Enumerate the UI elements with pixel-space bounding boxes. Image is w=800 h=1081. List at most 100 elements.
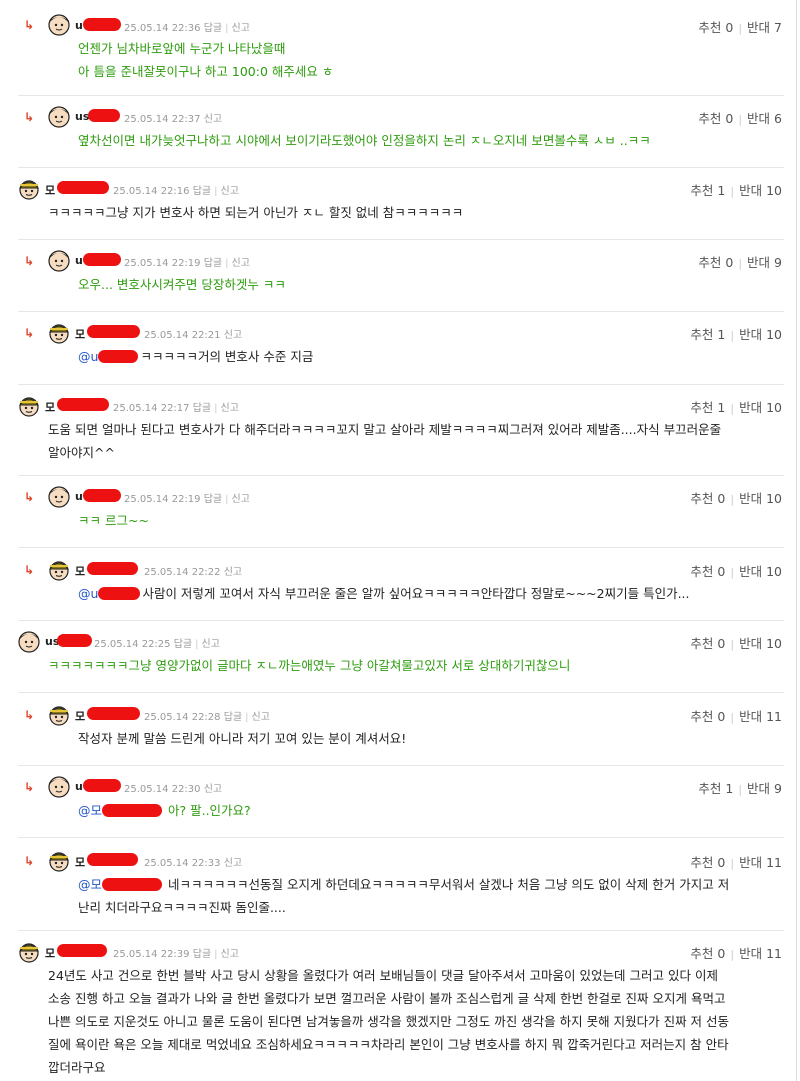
timestamp: 25.05.14 22:19 xyxy=(124,494,201,505)
downvote-button[interactable]: 반대 11 xyxy=(739,946,782,961)
report-link[interactable]: 신고 xyxy=(232,258,250,269)
mention[interactable]: @모 xyxy=(78,877,102,892)
avatar xyxy=(48,559,70,581)
report-link[interactable]: 신고 xyxy=(221,403,239,414)
upvote-button[interactable]: 추천 0 xyxy=(698,255,733,270)
redacted-name xyxy=(83,779,121,792)
comment-meta: 25.05.14 22:28 답글 | 신고 xyxy=(144,712,270,723)
report-link[interactable]: 신고 xyxy=(232,23,250,34)
comment-text: @모 네ㅋㅋㅋㅋㅋㅋ선동질 오지게 하던데요ㅋㅋㅋㅋㅋ무서워서 살겠나 처음 그… xyxy=(78,877,730,915)
upvote-button[interactable]: 추천 0 xyxy=(690,709,725,724)
reply-link[interactable]: 답글 xyxy=(193,186,211,197)
reply-link[interactable]: 답글 xyxy=(224,712,242,723)
timestamp: 25.05.14 22:16 xyxy=(113,186,190,197)
report-link[interactable]: 신고 xyxy=(252,712,270,723)
comment-meta: 25.05.14 22:36 답글 | 신고 xyxy=(124,23,250,34)
upvote-button[interactable]: 추천 0 xyxy=(690,491,725,506)
report-link[interactable]: 신고 xyxy=(224,567,242,578)
downvote-button[interactable]: 반대 11 xyxy=(739,855,782,870)
reply-link[interactable]: 답글 xyxy=(193,403,211,414)
downvote-button[interactable]: 반대 10 xyxy=(739,491,782,506)
report-link[interactable]: 신고 xyxy=(204,784,222,795)
downvote-button[interactable]: 반대 10 xyxy=(739,564,782,579)
comment-text: @모 아? 팔..인가요? xyxy=(78,803,251,818)
reply-arrow-icon: ↳ xyxy=(24,490,35,504)
author-name[interactable]: 모 xyxy=(45,182,55,198)
reply-link[interactable]: 답글 xyxy=(204,23,222,34)
timestamp: 25.05.14 22:30 xyxy=(124,784,201,795)
redacted-mention xyxy=(98,350,139,363)
downvote-button[interactable]: 반대 10 xyxy=(739,183,782,198)
upvote-button[interactable]: 추천 1 xyxy=(690,327,725,342)
redacted-name xyxy=(88,109,120,122)
upvote-button[interactable]: 추천 0 xyxy=(698,20,733,35)
upvote-button[interactable]: 추천 0 xyxy=(690,855,725,870)
mention[interactable]: @모 xyxy=(78,803,102,818)
author-name[interactable]: 모 xyxy=(75,563,85,579)
redacted-name xyxy=(83,18,121,31)
redacted-name xyxy=(57,398,109,411)
author-name[interactable]: u xyxy=(75,254,83,267)
comment-meta: 25.05.14 22:37 신고 xyxy=(124,110,222,125)
comment-text: @u 사람이 저렇게 꼬여서 자식 부끄러운 줄은 알까 싶어요ㅋㅋㅋㅋㅋ안타깝다… xyxy=(78,586,690,601)
author-name[interactable]: 모 xyxy=(75,708,85,724)
avatar xyxy=(18,941,40,963)
mention[interactable]: @u xyxy=(78,586,98,601)
comment-text: ㅋㅋㅋㅋㅋ그냥 지가 변호사 하면 되는거 아닌가 ㅈㄴ 할짓 없네 참ㅋㅋㅋㅋ… xyxy=(48,205,464,220)
redacted-name xyxy=(57,181,109,194)
comment-reply: ↳ 모 25.05.14 22:21 신고 추천 1 | 반대 10 @u ㅋㅋㅋㅋㅋ… xyxy=(0,312,796,385)
comment-text: ㅋㅋ 르그~~ xyxy=(78,513,149,528)
author-name[interactable]: 모 xyxy=(45,945,55,961)
reply-link[interactable]: 답글 xyxy=(204,258,222,269)
reply-arrow-icon: ↳ xyxy=(24,854,35,868)
comment-meta: 25.05.14 22:22 신고 xyxy=(144,563,242,578)
reply-link[interactable]: 답글 xyxy=(204,494,222,505)
upvote-button[interactable]: 추천 1 xyxy=(690,183,725,198)
author-name[interactable]: u xyxy=(75,19,83,32)
report-link[interactable]: 신고 xyxy=(221,186,239,197)
downvote-button[interactable]: 반대 10 xyxy=(739,400,782,415)
timestamp: 25.05.14 22:37 xyxy=(124,114,201,125)
upvote-button[interactable]: 추천 1 xyxy=(690,400,725,415)
reply-link[interactable]: 답글 xyxy=(193,949,211,960)
comment-meta: 25.05.14 22:39 답글 | 신고 xyxy=(113,949,239,960)
comment-reply: ↳ 모 25.05.14 22:22 신고 추천 0 | 반대 10 @u 사람이 저… xyxy=(0,548,796,621)
avatar xyxy=(48,486,70,508)
upvote-button[interactable]: 추천 1 xyxy=(698,781,733,796)
report-link[interactable]: 신고 xyxy=(224,858,242,869)
comment-reply: ↳ u 25.05.14 22:30 신고 추천 1 | 반대 9 @모 아? 팔.… xyxy=(0,766,796,838)
author-name[interactable]: 모 xyxy=(75,326,85,342)
timestamp: 25.05.14 22:36 xyxy=(124,23,201,34)
report-link[interactable]: 신고 xyxy=(202,639,220,650)
downvote-button[interactable]: 반대 11 xyxy=(739,709,782,724)
upvote-button[interactable]: 추천 0 xyxy=(690,636,725,651)
vote-counts: 추천 0 | 반대 11 xyxy=(690,946,782,961)
downvote-button[interactable]: 반대 9 xyxy=(747,781,782,796)
author-name[interactable]: u xyxy=(75,490,83,503)
comment-text: 옆차선이면 내가늦엇구나하고 시야에서 보이기라도했어야 인정을하지 논리 ㅈㄴ… xyxy=(78,133,651,148)
author-name[interactable]: u xyxy=(75,780,83,793)
report-link[interactable]: 신고 xyxy=(204,114,222,125)
author-name[interactable]: 모 xyxy=(75,854,85,870)
report-link[interactable]: 신고 xyxy=(221,949,239,960)
comment-meta: 25.05.14 22:16 답글 | 신고 xyxy=(113,186,239,197)
upvote-button[interactable]: 추천 0 xyxy=(690,946,725,961)
redacted-name xyxy=(87,562,138,575)
comment: 모 25.05.14 22:16 답글 | 신고 추천 1 | 반대 10 ㅋㅋㅋㅋㅋ그… xyxy=(0,168,796,240)
mention[interactable]: @u xyxy=(78,349,98,364)
upvote-button[interactable]: 추천 0 xyxy=(698,111,733,126)
downvote-button[interactable]: 반대 6 xyxy=(747,111,782,126)
author-name[interactable]: 모 xyxy=(45,399,55,415)
report-link[interactable]: 신고 xyxy=(224,330,242,341)
downvote-button[interactable]: 반대 10 xyxy=(739,636,782,651)
downvote-button[interactable]: 반대 10 xyxy=(739,327,782,342)
report-link[interactable]: 신고 xyxy=(232,494,250,505)
downvote-button[interactable]: 반대 9 xyxy=(747,255,782,270)
vote-counts: 추천 1 | 반대 10 xyxy=(690,183,782,198)
comment-meta: 25.05.14 22:21 신고 xyxy=(144,326,242,341)
avatar xyxy=(48,14,70,36)
downvote-button[interactable]: 반대 7 xyxy=(747,20,782,35)
redacted-mention xyxy=(102,804,163,817)
upvote-button[interactable]: 추천 0 xyxy=(690,564,725,579)
reply-link[interactable]: 답글 xyxy=(174,639,192,650)
